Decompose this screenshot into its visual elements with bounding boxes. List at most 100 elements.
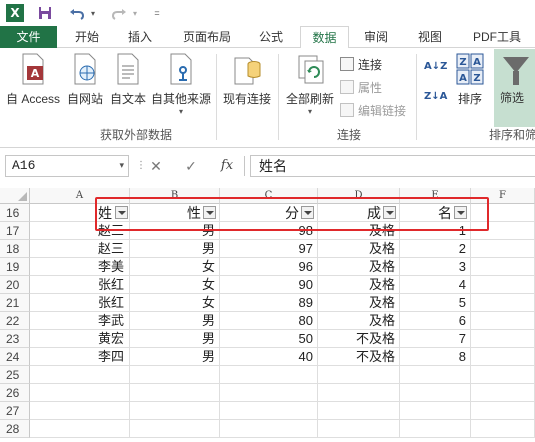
table-cell[interactable]: 男	[130, 312, 220, 330]
tab-formulas[interactable]: 公式	[251, 26, 291, 48]
select-all-button[interactable]	[0, 188, 30, 204]
table-cell[interactable]: 90	[220, 276, 318, 294]
empty-cell[interactable]	[30, 420, 130, 438]
formula-input[interactable]: 姓名	[250, 155, 535, 177]
empty-cell[interactable]	[400, 366, 471, 384]
table-cell[interactable]: 80	[220, 312, 318, 330]
row-header[interactable]: 16	[0, 204, 30, 222]
table-cell[interactable]: 不及格	[318, 330, 400, 348]
table-cell[interactable]: 李美	[30, 258, 130, 276]
empty-cell[interactable]	[318, 402, 400, 420]
filter-button[interactable]: 筛选	[494, 49, 535, 127]
customize-toolbar-icon[interactable]: =	[150, 2, 164, 24]
table-cell[interactable]: 李四	[30, 348, 130, 366]
confirm-icon[interactable]: ✓	[180, 156, 202, 176]
tab-file[interactable]: 文件	[0, 26, 57, 48]
table-cell[interactable]: 97	[220, 240, 318, 258]
table-cell[interactable]: 赵三	[30, 240, 130, 258]
empty-cell[interactable]	[471, 240, 535, 258]
connections-button[interactable]: 连接	[340, 54, 382, 74]
table-cell[interactable]: 女	[130, 294, 220, 312]
empty-cell[interactable]	[130, 366, 220, 384]
chevron-down-icon[interactable]: ▾	[119, 156, 124, 176]
table-cell[interactable]: 96	[220, 258, 318, 276]
tab-home[interactable]: 开始	[67, 26, 107, 48]
empty-cell[interactable]	[318, 420, 400, 438]
save-icon[interactable]	[34, 2, 56, 24]
table-cell[interactable]: 女	[130, 258, 220, 276]
empty-cell[interactable]	[471, 348, 535, 366]
row-header[interactable]: 27	[0, 402, 30, 420]
table-cell[interactable]: 及格	[318, 276, 400, 294]
table-cell[interactable]: 男	[130, 240, 220, 258]
empty-cell[interactable]	[471, 312, 535, 330]
row-header[interactable]: 25	[0, 366, 30, 384]
table-cell[interactable]: 40	[220, 348, 318, 366]
insert-function-icon[interactable]: fx	[216, 156, 238, 176]
table-cell[interactable]: 张红	[30, 276, 130, 294]
tab-data[interactable]: 数据	[300, 26, 349, 49]
row-header[interactable]: 22	[0, 312, 30, 330]
empty-cell[interactable]	[400, 420, 471, 438]
cancel-icon[interactable]: ✕	[145, 156, 167, 176]
empty-cell[interactable]	[130, 420, 220, 438]
tab-view[interactable]: 视图	[410, 26, 450, 48]
empty-cell[interactable]	[471, 402, 535, 420]
table-cell[interactable]: 女	[130, 276, 220, 294]
from-access-button[interactable]: A 自 Access	[4, 52, 62, 107]
table-cell[interactable]: 4	[400, 276, 471, 294]
table-cell[interactable]: 及格	[318, 240, 400, 258]
empty-cell[interactable]	[130, 402, 220, 420]
table-cell[interactable]: 及格	[318, 312, 400, 330]
table-cell[interactable]: 张红	[30, 294, 130, 312]
empty-cell[interactable]	[471, 420, 535, 438]
table-cell[interactable]: 2	[400, 240, 471, 258]
row-header[interactable]: 28	[0, 420, 30, 438]
empty-cell[interactable]	[318, 384, 400, 402]
empty-cell[interactable]	[471, 384, 535, 402]
undo-icon[interactable]	[66, 2, 88, 24]
table-cell[interactable]: 及格	[318, 258, 400, 276]
table-cell[interactable]: 及格	[318, 294, 400, 312]
sort-button[interactable]: ZAAZ 排序	[450, 52, 490, 107]
tab-insert[interactable]: 插入	[120, 26, 160, 48]
empty-cell[interactable]	[471, 366, 535, 384]
empty-cell[interactable]	[130, 384, 220, 402]
undo-dropdown-icon[interactable]: ▾	[88, 2, 98, 24]
table-cell[interactable]: 男	[130, 330, 220, 348]
empty-cell[interactable]	[220, 366, 318, 384]
empty-cell[interactable]	[471, 276, 535, 294]
empty-cell[interactable]	[400, 384, 471, 402]
row-header[interactable]: 23	[0, 330, 30, 348]
tab-page-layout[interactable]: 页面布局	[172, 26, 242, 48]
tab-pdf-tools[interactable]: PDF工具	[462, 26, 532, 48]
empty-cell[interactable]	[471, 294, 535, 312]
empty-cell[interactable]	[220, 402, 318, 420]
from-text-button[interactable]: 自文本	[107, 52, 149, 107]
table-cell[interactable]: 89	[220, 294, 318, 312]
table-cell[interactable]: 5	[400, 294, 471, 312]
empty-cell[interactable]	[30, 384, 130, 402]
empty-cell[interactable]	[471, 258, 535, 276]
empty-cell[interactable]	[318, 366, 400, 384]
table-cell[interactable]: 8	[400, 348, 471, 366]
existing-connections-button[interactable]: 现有连接	[221, 52, 273, 107]
table-cell[interactable]: 不及格	[318, 348, 400, 366]
from-web-button[interactable]: 自网站	[64, 52, 106, 107]
table-cell[interactable]: 李武	[30, 312, 130, 330]
row-header[interactable]: 17	[0, 222, 30, 240]
empty-cell[interactable]	[220, 384, 318, 402]
table-cell[interactable]: 男	[130, 348, 220, 366]
row-header[interactable]: 20	[0, 276, 30, 294]
empty-cell[interactable]	[30, 366, 130, 384]
redo-icon[interactable]	[108, 2, 130, 24]
row-header[interactable]: 21	[0, 294, 30, 312]
row-header[interactable]: 18	[0, 240, 30, 258]
sort-ascending-icon[interactable]: A↓Z	[424, 62, 447, 84]
table-cell[interactable]: 3	[400, 258, 471, 276]
row-header[interactable]: 26	[0, 384, 30, 402]
table-cell[interactable]: 50	[220, 330, 318, 348]
from-other-sources-button[interactable]: 自其他来源 ▾	[150, 52, 212, 117]
table-cell[interactable]: 黄宏	[30, 330, 130, 348]
redo-dropdown-icon[interactable]: ▾	[130, 2, 140, 24]
